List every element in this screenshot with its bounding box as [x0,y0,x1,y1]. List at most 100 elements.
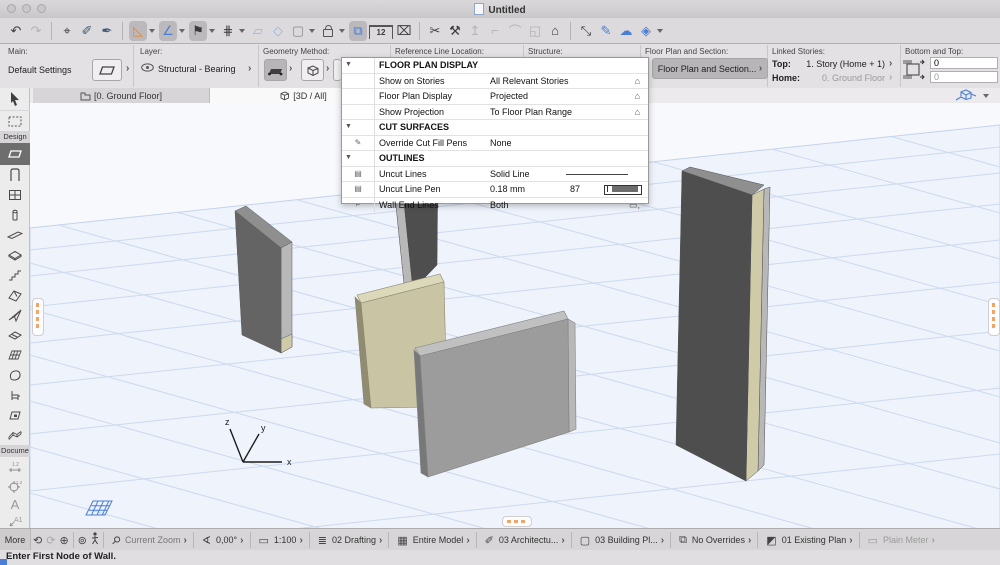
graphic-overrides-control[interactable]: ⧉ No Overrides› [673,529,755,551]
redo-icon[interactable]: ↷ [27,21,45,41]
panel-row-floor-plan-display[interactable]: Floor Plan Display Projected ⌂ [342,89,648,105]
explode-icon[interactable]: ⌧ [395,21,413,41]
door-tool[interactable] [0,165,30,185]
nav-forward-icon[interactable]: ⟳ [46,534,55,547]
marquee-tool[interactable] [0,111,30,131]
chevron-down-icon[interactable] [657,29,663,33]
guide-lines-icon[interactable]: ◺ [129,21,147,41]
collapse-arrow-icon[interactable]: ▼ [345,58,352,73]
shell-tool[interactable] [0,305,30,325]
panel-row-override-cut-fill-pens[interactable]: ✎ Override Cut Fill Pens None [342,136,648,152]
wall-tool[interactable] [0,143,30,165]
pick-up-parameters-icon[interactable]: ✐ [78,21,96,41]
undo-icon[interactable]: ↶ [7,21,25,41]
explore-walk-icon[interactable] [91,532,99,548]
panel-row-wall-end-lines[interactable]: ⌐ Wall End Lines Both ▭, [342,198,648,213]
bottom-offset-field[interactable] [930,71,998,83]
cube-3d-icon[interactable]: ◈ [637,21,655,41]
elevate-icon[interactable]: ↥ [466,21,484,41]
snap-points-icon[interactable]: ⚑ [189,21,207,41]
chevron-down-icon[interactable] [209,29,215,33]
chevron-down-icon[interactable] [179,29,185,33]
inject-parameters-icon[interactable]: ✒ [98,21,116,41]
pen-set-control[interactable]: ✐ 03 Architectu...› [479,529,569,551]
trim-icon[interactable]: ✂ [426,21,444,41]
wall-default-settings-button[interactable] [92,59,122,81]
extend-icon[interactable]: ⌐ [486,21,504,41]
scale-control[interactable]: ▭ 1:100› [253,529,307,551]
skewed-grid-icon[interactable]: ▱ [249,21,267,41]
linked-top-value[interactable]: 1. Story (Home + 1) [800,59,885,69]
radial-dimension-tool[interactable]: 1.2 [0,476,30,495]
measure-icon[interactable]: 12 [369,25,393,39]
chevron-down-icon[interactable] [339,29,345,33]
label-tool[interactable]: A1 [0,512,30,529]
panel-row-show-projection[interactable]: Show Projection To Floor Plan Range ⌂ [342,105,648,121]
mesh-tool[interactable] [0,425,30,445]
layer-flyout-arrow[interactable]: › [248,63,251,74]
floor-plan-section-button[interactable]: Floor Plan and Section... › [652,58,768,79]
collapsed-palette-handle-right[interactable] [988,298,1000,336]
panel-section-header[interactable]: ▼ CUT SURFACES [342,120,648,136]
top-offset-field[interactable] [930,57,998,69]
arrow-tool[interactable] [0,88,30,111]
geometry-straight-arrow[interactable]: › [289,63,292,74]
curtain-wall-tool[interactable] [0,345,30,365]
dimension-marker-control[interactable]: ▭ Plain Meter› [862,529,939,551]
chevron-down-icon[interactable] [309,29,315,33]
orientation-angle-control[interactable]: ∢ 0,00°› [196,529,248,551]
window-tool[interactable] [0,185,30,205]
tab-ground-floor[interactable]: [0. Ground Floor] [33,88,210,103]
morph-tool[interactable] [0,365,30,385]
text-tool[interactable]: A [0,495,30,512]
stair-tool[interactable] [0,265,30,285]
resize-icon[interactable]: ◱ [526,21,544,41]
roof-wizard-icon[interactable]: ⌂ [546,21,564,41]
design-section-label[interactable]: Design [0,131,30,143]
chevron-down-icon[interactable] [239,29,245,33]
collapse-arrow-icon[interactable]: ▼ [345,151,352,166]
dimension-tool[interactable]: 1.2 [0,457,30,476]
column-tool[interactable] [0,205,30,225]
gravity-icon[interactable]: ◇ [269,21,287,41]
nav-back-icon[interactable]: ⟲ [33,534,42,547]
beam-tool[interactable] [0,225,30,245]
current-zoom-control[interactable]: ⚲ Current Zoom› [106,529,191,551]
zone-tool[interactable] [0,405,30,425]
morph-paint-icon[interactable]: ✎ [597,21,615,41]
layer-value[interactable]: Structural - Bearing [158,64,236,74]
orbit-icon[interactable]: ⊚ [78,534,87,547]
panel-row-uncut-lines[interactable]: ▤ Uncut Lines Solid Line [342,167,648,183]
grid-snap-icon[interactable]: ⋕ [219,21,237,41]
geometry-trapezoid-button[interactable] [333,59,341,81]
roof-tool[interactable] [0,285,30,305]
collapse-arrow-icon[interactable]: ▼ [345,120,352,135]
zoom-in-icon[interactable]: ⊕ [59,534,68,547]
element-capture-icon[interactable]: ▢ [289,21,307,41]
renovation-filter-control[interactable]: ◩ 01 Existing Plan› [760,529,856,551]
skylight-tool[interactable] [0,325,30,345]
layer-combination-control[interactable]: ≣ 02 Drafting› [312,529,387,551]
toolbox-more-button[interactable]: More [0,529,31,551]
axonometry-view-icon[interactable] [954,89,978,104]
default-settings-value[interactable]: Default Settings [8,65,72,75]
pen-color-swatch[interactable] [604,185,642,195]
chevron-down-icon[interactable] [149,29,155,33]
chevron-down-icon[interactable] [983,94,989,98]
panel-row-uncut-line-pen[interactable]: ▤ Uncut Line Pen 0.18 mm 87 [342,182,648,198]
geometry-straight-button[interactable] [264,59,287,81]
cloud-sync-icon[interactable]: ☁ [617,21,635,41]
panel-row-show-on-stories[interactable]: Show on Stories All Relevant Stories ⌂ [342,74,648,90]
linked-top-arrow[interactable]: › [889,58,892,69]
model-view-options-control[interactable]: ▦ Entire Model› [391,529,473,551]
geometry-chained-button[interactable] [301,59,324,81]
wall-3d-right[interactable] [676,167,770,481]
slab-tool[interactable] [0,245,30,265]
adjust-icon[interactable]: ⚒ [446,21,464,41]
snap-guides-icon[interactable]: ∠ [159,21,177,41]
main-flyout-arrow[interactable]: › [126,63,129,74]
geometry-chained-arrow[interactable]: › [326,63,329,74]
collapsed-palette-handle-bottom[interactable] [502,516,532,527]
dimension-standard-control[interactable]: ▢ 03 Building Pl...› [574,529,668,551]
panel-section-header[interactable]: ▼ FLOOR PLAN DISPLAY [342,58,648,74]
